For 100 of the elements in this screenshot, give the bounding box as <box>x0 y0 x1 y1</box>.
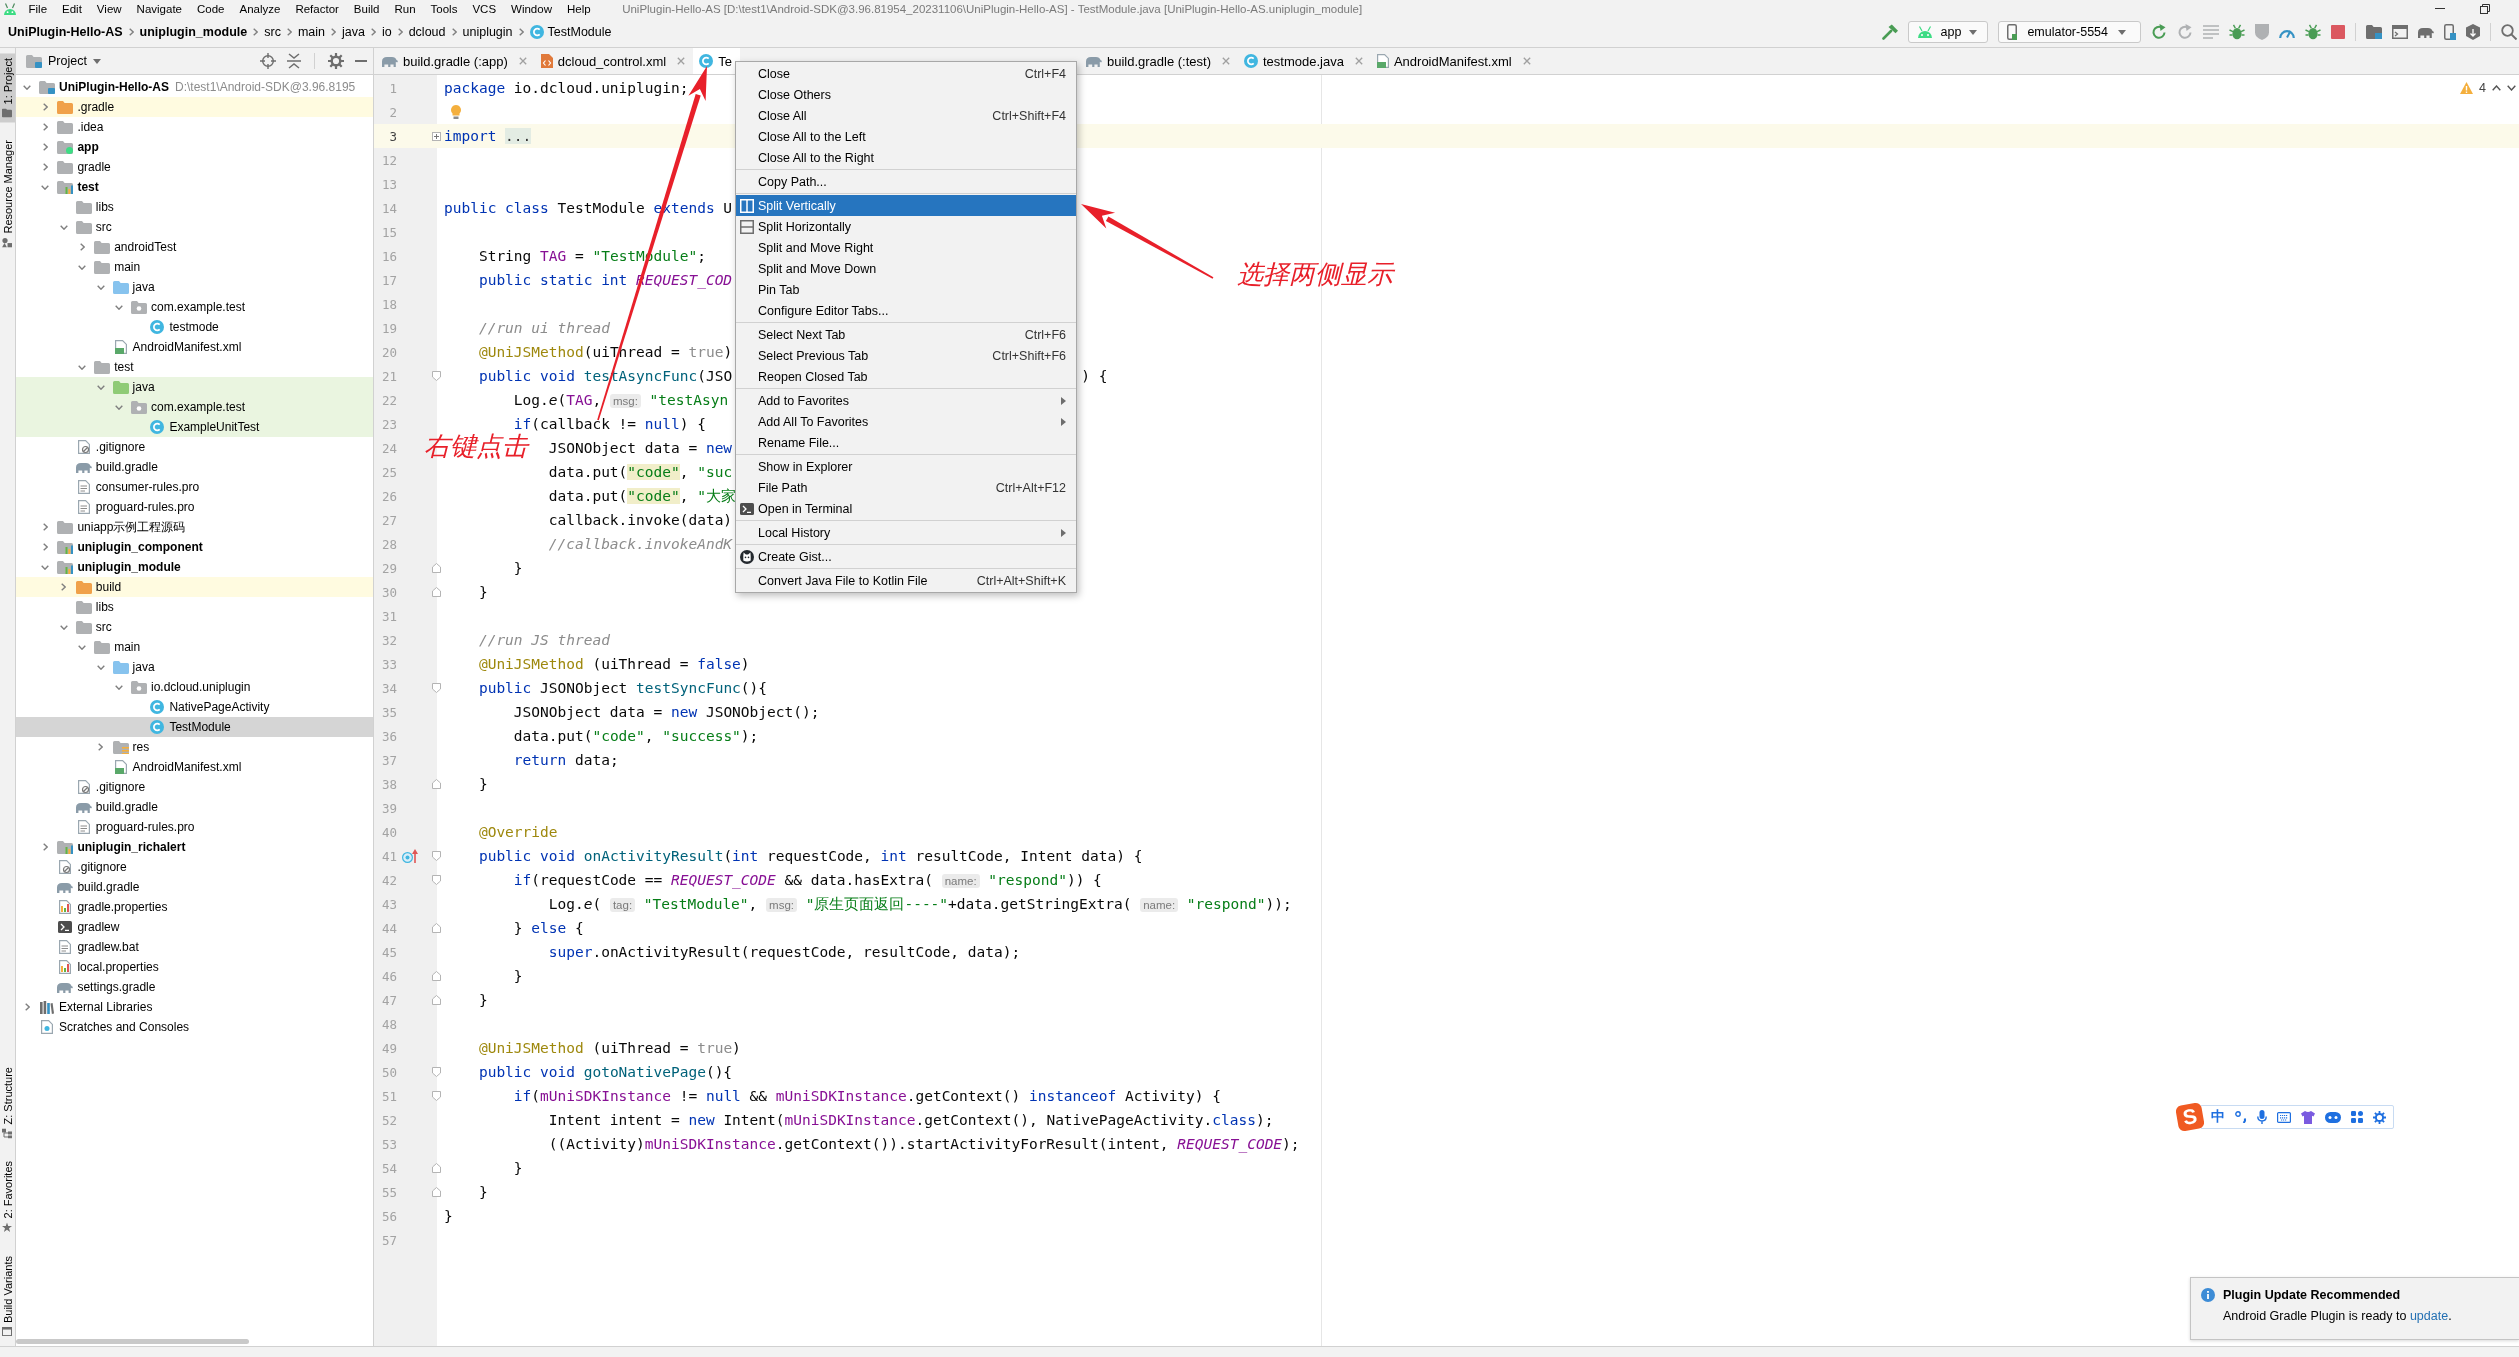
tree-item[interactable]: gradlew.bat <box>16 937 373 957</box>
tool-window-button[interactable]: 1: Project <box>0 53 15 123</box>
breadcrumb-item[interactable]: UniPlugin-Hello-AS <box>4 25 127 39</box>
menu-item[interactable]: Configure Editor Tabs... <box>736 300 1076 321</box>
tree-item[interactable]: com.example.test <box>16 397 373 417</box>
tree-item[interactable]: proguard-rules.pro <box>16 817 373 837</box>
fold-marker-icon[interactable] <box>432 371 441 381</box>
menu-item[interactable]: Pin Tab <box>736 279 1076 300</box>
tree-item[interactable]: gradle.properties <box>16 897 373 917</box>
chevron-right-icon[interactable] <box>42 143 48 151</box>
tree-item[interactable]: .gitignore <box>16 857 373 877</box>
chevron-down-icon[interactable] <box>41 564 50 570</box>
menu-item[interactable]: Help <box>559 2 599 15</box>
override-marker-icon[interactable] <box>402 849 418 863</box>
menu-item[interactable]: Navigate <box>129 2 190 15</box>
chevron-down-icon[interactable] <box>23 84 31 90</box>
fold-marker-icon[interactable] <box>432 683 441 693</box>
menu-item[interactable]: Build <box>346 2 387 15</box>
chevron-down-icon[interactable] <box>2507 85 2516 91</box>
menu-item[interactable]: Select Previous Tab Ctrl+Shift+F6 <box>736 345 1076 366</box>
window-icon[interactable] <box>2392 25 2408 39</box>
circular-arrow-icon[interactable] <box>2151 24 2167 40</box>
tree-item[interactable]: androidTest <box>16 237 373 257</box>
settings-icon[interactable] <box>328 53 344 69</box>
tree-item[interactable]: res <box>16 737 373 757</box>
tree-item[interactable]: NativePageActivity <box>16 697 373 717</box>
tree-item[interactable]: uniplugin_richalert <box>16 837 373 857</box>
menu-item[interactable]: Close All to the Left <box>736 126 1076 147</box>
tree-item[interactable]: libs <box>16 597 373 617</box>
menu-item[interactable]: Run <box>386 2 424 15</box>
menu-item[interactable]: Rename File... <box>736 432 1076 453</box>
chevron-right-icon[interactable] <box>24 1003 30 1011</box>
tree-item[interactable]: .gitignore <box>16 437 373 457</box>
tool-window-button[interactable]: Build Variants <box>0 1250 15 1341</box>
tool-window-button[interactable]: 2: Favorites <box>0 1156 15 1238</box>
menu-item[interactable]: Show in Explorer <box>736 456 1076 477</box>
menu-item[interactable]: Split Horizontally <box>736 216 1076 237</box>
tree-item[interactable]: testmode <box>16 317 373 337</box>
tree-item[interactable]: TestModule <box>16 717 373 737</box>
editor-tab[interactable]: testmode.java <box>1238 48 1371 74</box>
chevron-down-icon[interactable] <box>115 404 123 410</box>
menu-item[interactable]: Local History <box>736 522 1076 543</box>
menu-item[interactable]: Convert Java File to Kotlin File Ctrl+Alt+Shift+K <box>736 570 1076 591</box>
tree-item[interactable]: main <box>16 637 373 657</box>
settings-icon[interactable] <box>2373 1110 2386 1124</box>
gamepad-icon[interactable] <box>2325 1111 2341 1123</box>
fold-marker-icon[interactable] <box>432 587 441 597</box>
breadcrumb-item[interactable]: dcloud <box>404 25 450 39</box>
breadcrumb-item[interactable]: src <box>260 25 285 39</box>
menu-item[interactable]: Open in Terminal <box>736 498 1076 519</box>
editor-tab[interactable]: dcloud_control.xml <box>534 48 694 74</box>
crosshair-icon[interactable] <box>260 53 276 69</box>
fold-marker-icon[interactable] <box>432 875 441 885</box>
tree-item[interactable]: java <box>16 377 373 397</box>
close-icon[interactable] <box>518 57 527 65</box>
project-view-dropdown[interactable]: Project <box>26 54 101 68</box>
chevron-down-icon[interactable] <box>78 644 87 650</box>
tree-item[interactable]: consumer-rules.pro <box>16 477 373 497</box>
editor-tab[interactable]: build.gradle (:test) <box>1079 48 1238 74</box>
menu-item[interactable]: Copy Path... <box>736 171 1076 192</box>
elephant-icon[interactable] <box>2418 26 2434 38</box>
microphone-icon[interactable] <box>2257 1110 2267 1124</box>
tree-item[interactable]: io.dcloud.uniplugin <box>16 677 373 697</box>
chevron-down-icon[interactable] <box>41 184 50 190</box>
chevron-right-icon[interactable] <box>79 243 85 251</box>
phone-icon[interactable] <box>2444 24 2456 40</box>
chevron-right-icon[interactable] <box>42 123 48 131</box>
tree-item[interactable]: AndroidManifest.xml <box>16 337 373 357</box>
menu-item[interactable]: Split and Move Right <box>736 237 1076 258</box>
fold-marker-icon[interactable] <box>432 1163 441 1173</box>
menu-item[interactable]: Close All to the Right <box>736 147 1076 168</box>
menu-item[interactable]: VCS <box>464 2 504 15</box>
chevron-down-icon[interactable] <box>96 664 105 670</box>
tree-item[interactable]: app <box>16 137 373 157</box>
menu-item[interactable]: Reopen Closed Tab <box>736 366 1076 387</box>
menu-item[interactable]: Close All Ctrl+Shift+F4 <box>736 105 1076 126</box>
fold-marker-icon[interactable] <box>432 1067 441 1077</box>
tree-item[interactable]: uniapp示例工程源码 <box>16 517 373 537</box>
fold-marker-icon[interactable] <box>432 563 441 573</box>
menu-item[interactable]: Code <box>189 2 232 15</box>
chevron-down-icon[interactable] <box>115 684 123 690</box>
close-icon[interactable] <box>1354 57 1363 65</box>
menu-item[interactable]: Window <box>503 2 560 15</box>
folder-icon[interactable] <box>2366 25 2382 39</box>
tree-item[interactable]: proguard-rules.pro <box>16 497 373 517</box>
keyboard-icon[interactable] <box>2277 1111 2291 1123</box>
tree-item[interactable]: local.properties <box>16 957 373 977</box>
editor-tab[interactable]: Te <box>693 48 740 74</box>
chevron-down-icon[interactable] <box>59 224 68 230</box>
menu-item[interactable]: File <box>21 2 55 15</box>
tree-item[interactable]: build.gradle <box>16 877 373 897</box>
breadcrumb-item[interactable]: java <box>338 25 369 39</box>
tree-item[interactable]: UniPlugin-Hello-AS D:\test1\Android-SDK@3.96.8195 <box>16 77 373 97</box>
chevron-right-icon[interactable] <box>98 743 104 751</box>
tree-item[interactable]: main <box>16 257 373 277</box>
tool-window-button[interactable]: Resource Manager <box>0 135 15 254</box>
editor-tab[interactable]: build.gradle (:app) <box>376 48 535 74</box>
tree-item[interactable]: libs <box>16 197 373 217</box>
close-icon[interactable] <box>677 57 686 65</box>
breadcrumb-item[interactable]: uniplugin <box>458 25 517 39</box>
